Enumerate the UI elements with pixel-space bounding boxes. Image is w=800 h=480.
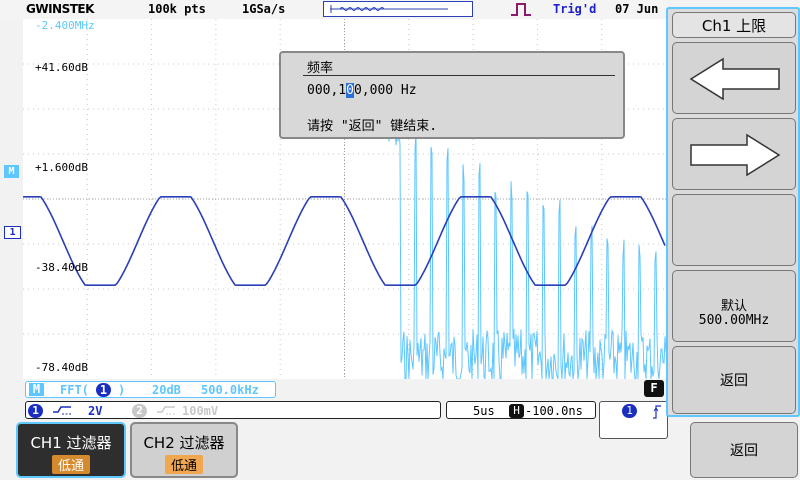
ch1-filter-value: 低通 bbox=[51, 455, 91, 474]
cursor-left-button[interactable] bbox=[672, 42, 796, 114]
back-softkey[interactable]: 返回 bbox=[690, 422, 798, 478]
fft-label: FFT( bbox=[60, 383, 89, 397]
fft-top-frequency: -2.400MHz bbox=[35, 19, 95, 32]
side-menu-title: Ch1 上限 bbox=[672, 12, 796, 38]
fft-scale: 20dB bbox=[152, 383, 181, 397]
ch2-filter-title: CH2 过滤器 bbox=[143, 434, 225, 452]
horizontal-position-badge: H bbox=[509, 404, 524, 418]
ch1-badge: 1 bbox=[28, 404, 43, 418]
frequency-value-suffix: 0,000 Hz bbox=[353, 83, 417, 98]
ch2-filter-value: 低通 bbox=[164, 455, 204, 474]
empty-menu-button[interactable] bbox=[672, 194, 796, 266]
frequency-value[interactable]: 000,100,000 Hz bbox=[307, 83, 417, 98]
status-bar: GWINSTEK 100k pts 1GSa/s Trig'd 07 Jun bbox=[0, 0, 668, 19]
fft-close-paren: ) bbox=[118, 383, 126, 397]
cursor-right-button[interactable] bbox=[672, 118, 796, 190]
dialog-divider bbox=[303, 75, 615, 76]
ch1-filter-softkey[interactable]: CH1 过滤器 低通 bbox=[16, 422, 126, 478]
default-value: 500.00MHz bbox=[698, 313, 770, 328]
frequency-entry-dialog: 频率 000,100,000 Hz 请按 "返回" 键结束. bbox=[279, 51, 625, 139]
trigger-status: Trig'd bbox=[553, 2, 597, 16]
timebase-info: 5us H -100.0ns bbox=[446, 401, 596, 419]
ch1-reference-marker: 1 bbox=[4, 226, 21, 239]
ch1-scale: 2V bbox=[88, 404, 103, 418]
ch2-filter-softkey[interactable]: CH2 过滤器 低通 bbox=[130, 422, 238, 478]
rising-edge-trigger-icon bbox=[511, 3, 531, 16]
memory-length: 100k pts bbox=[148, 2, 206, 16]
side-menu: Ch1 上限 默认 500.00MHz 返回 bbox=[666, 7, 800, 417]
ch2-scale: 100mV bbox=[182, 404, 219, 418]
menu-back-button[interactable]: 返回 bbox=[672, 346, 796, 414]
fft-span: 500.0kHz bbox=[201, 383, 259, 397]
horizontal-position: -100.0ns bbox=[525, 404, 583, 418]
arrow-left-icon bbox=[689, 57, 780, 101]
time-scale: 5us bbox=[473, 404, 495, 418]
dc-coupling-icon bbox=[156, 403, 176, 420]
dc-coupling-icon bbox=[52, 403, 72, 420]
memory-waveform-icon bbox=[330, 5, 448, 13]
frequency-value-prefix: 000,1 bbox=[307, 83, 347, 98]
horizontal-position-indicator bbox=[323, 1, 473, 17]
db-label-2: +1.600dB bbox=[35, 161, 88, 174]
dialog-title: 频率 bbox=[307, 61, 334, 76]
trigger-info: 1 bbox=[599, 401, 668, 439]
frequency-cursor-digit[interactable]: 0 bbox=[346, 83, 354, 98]
math-reference-marker: M bbox=[4, 165, 19, 178]
ch2-badge: 2 bbox=[132, 404, 147, 418]
arrow-right-icon bbox=[690, 133, 781, 177]
default-label: 默认 bbox=[720, 299, 747, 314]
db-label-1: +41.60dB bbox=[35, 61, 88, 74]
math-badge: M bbox=[29, 383, 44, 396]
fft-source-badge: 1 bbox=[96, 383, 111, 397]
rising-edge-icon bbox=[653, 405, 661, 419]
sample-rate: 1GSa/s bbox=[242, 2, 286, 16]
db-label-4: -78.40dB bbox=[35, 361, 88, 374]
trigger-source-badge: 1 bbox=[622, 404, 637, 418]
default-button[interactable]: 默认 500.00MHz bbox=[672, 270, 796, 342]
fft-info-bar: M FFT( 1 ) 20dB 500.0kHz bbox=[25, 381, 276, 398]
date-display: 07 Jun bbox=[615, 2, 659, 16]
ch1-filter-title: CH1 过滤器 bbox=[30, 434, 112, 452]
channel-info-bar: 1 2V 2 100mV bbox=[25, 401, 441, 419]
dialog-hint: 请按 "返回" 键结束. bbox=[307, 119, 438, 134]
db-label-3: -38.40dB bbox=[35, 261, 88, 274]
f-badge: F bbox=[644, 380, 664, 397]
brand-logo: GWINSTEK bbox=[26, 2, 94, 16]
